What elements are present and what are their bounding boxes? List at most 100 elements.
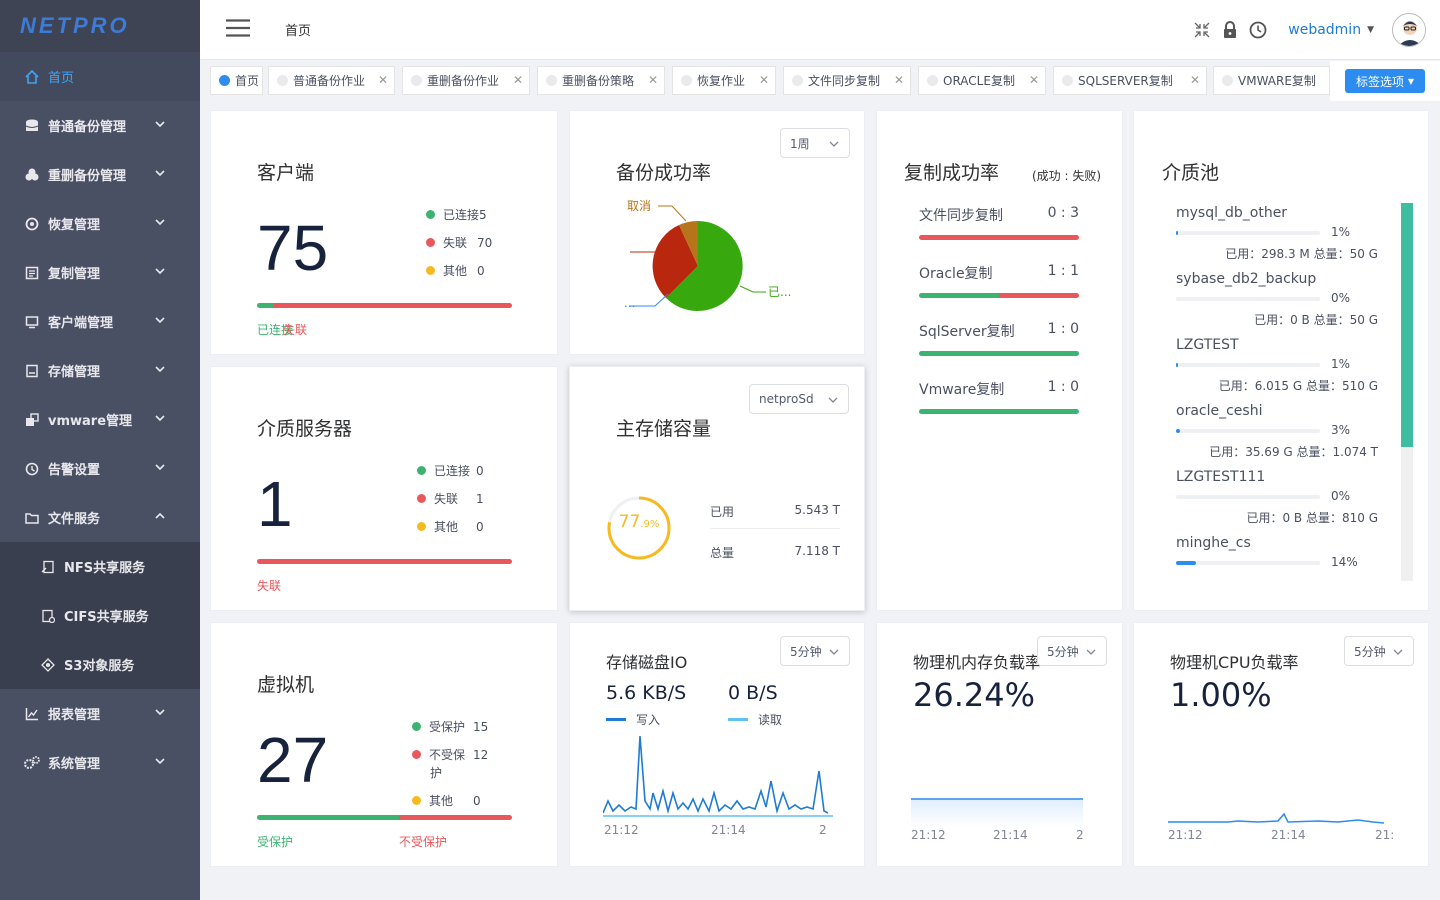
tab-file-sync-replication[interactable]: 文件同步复制 ✕ <box>783 66 911 95</box>
sidebar-item-nfs[interactable]: NFS共享服务 <box>0 542 200 591</box>
home-icon <box>24 69 40 85</box>
chevron-down-icon <box>829 649 839 655</box>
card-title: 复制成功率 <box>904 162 1000 184</box>
tab-restore-job[interactable]: 恢复作业 ✕ <box>672 66 776 95</box>
yellow-dot <box>417 522 426 531</box>
tab-normal-backup-job[interactable]: 普通备份作业 ✕ <box>268 66 395 95</box>
fullscreen-icon[interactable] <box>1192 20 1212 40</box>
media-pool-card: 介质池 mysql_db_other 1% 已用：298.3 M 总量：50 G s… <box>1133 110 1429 611</box>
close-icon[interactable]: ✕ <box>378 73 388 87</box>
storage-row-used: 已用 5.543 T <box>710 503 840 529</box>
media-pct: 3% <box>1331 423 1351 437</box>
write-series-line <box>603 735 829 815</box>
scrollbar-track[interactable] <box>1401 203 1413 581</box>
chevron-down-icon <box>155 268 165 275</box>
tab-dedup-backup-job[interactable]: 重删备份作业 ✕ <box>402 66 530 95</box>
media-progress-fill <box>1176 561 1197 565</box>
chevron-down-icon <box>155 366 165 373</box>
sidebar-item-dedup-backup[interactable]: 重删备份管理 <box>0 150 200 199</box>
sidebar-item-vmware[interactable]: vmware管理 <box>0 395 200 444</box>
tag-options-button[interactable]: 标签选项 ▼ <box>1345 69 1425 93</box>
close-icon[interactable]: ✕ <box>894 73 904 87</box>
sidebar-item-label: 存储管理 <box>48 365 101 380</box>
sidebar-item-report[interactable]: 报表管理 <box>0 689 200 738</box>
close-icon[interactable]: ✕ <box>1029 73 1039 87</box>
period-select[interactable]: 5分钟 <box>1037 636 1107 666</box>
legend-unprotected: 不受保 12 <box>412 746 488 763</box>
media-progress-fill <box>1176 363 1179 367</box>
legend-value: 0 <box>473 793 481 808</box>
media-pct: 14% <box>1331 555 1358 569</box>
username[interactable]: webadmin <box>1288 22 1361 38</box>
storage-row-total: 总量 7.118 T <box>710 544 840 561</box>
clock-icon[interactable] <box>1248 20 1268 40</box>
close-icon[interactable]: ✕ <box>513 73 523 87</box>
card-title: 物理机内存负载率 <box>913 653 1042 672</box>
red-dot <box>426 238 435 247</box>
close-icon[interactable]: ✕ <box>759 73 769 87</box>
media-progress <box>1176 495 1320 499</box>
sidebar-item-normal-backup[interactable]: 普通备份管理 <box>0 101 200 150</box>
tab-dedup-backup-policy[interactable]: 重删备份策略 ✕ <box>537 66 665 95</box>
rep-row-sqlserver: SqlServer复制 1 : 0 <box>919 321 1079 341</box>
period-select[interactable]: 5分钟 <box>1344 636 1414 666</box>
disk-io-card: 存储磁盘IO 5分钟 5.6 KB/S 写入 0 B/S 读取 21:12 21… <box>569 622 865 867</box>
sidebar-item-replication[interactable]: 复制管理 <box>0 248 200 297</box>
tab-sqlserver-replication[interactable]: SQLSERVER复制 ✕ <box>1053 66 1207 95</box>
x-axis-label: 21:14 <box>993 828 1028 842</box>
rep-bar-success <box>919 351 1079 356</box>
lock-icon[interactable] <box>1220 20 1240 40</box>
period-select[interactable]: 5分钟 <box>780 636 850 666</box>
sidebar-item-s3[interactable]: S3对象服务 <box>0 640 200 689</box>
sidebar-item-home[interactable]: 首页 <box>0 52 200 101</box>
card-title: 存储磁盘IO <box>606 653 688 672</box>
tab-label: 重删备份作业 <box>427 74 500 88</box>
close-icon[interactable]: ✕ <box>1190 73 1200 87</box>
sidebar-item-storage[interactable]: 存储管理 <box>0 346 200 395</box>
read-value: 0 B/S <box>728 682 778 704</box>
rep-ratio: 1 : 0 <box>1047 321 1079 337</box>
disk-io-line-chart <box>603 735 833 817</box>
period-select[interactable]: 1周 <box>780 128 850 158</box>
client-status-bar <box>257 303 512 308</box>
sidebar-item-cifs[interactable]: CIFS共享服务 <box>0 591 200 640</box>
media-name: mysql_db_other <box>1176 205 1288 221</box>
green-dot <box>412 722 421 731</box>
sidebar-item-system[interactable]: 系统管理 <box>0 738 200 787</box>
vm-status-bar <box>257 815 512 820</box>
breadcrumb[interactable]: 首页 <box>285 20 311 39</box>
close-icon[interactable]: ✕ <box>648 73 658 87</box>
legend-label: 已连接 <box>434 464 471 478</box>
row-value: 7.118 T <box>794 544 841 558</box>
rep-bar-success <box>919 293 999 298</box>
tab-oracle-replication[interactable]: ORACLE复制 ✕ <box>918 66 1046 95</box>
sidebar-item-file-service[interactable]: 文件服务 <box>0 493 200 542</box>
tab-home[interactable]: 首页 <box>210 66 263 95</box>
media-name: LZGTEST111 <box>1176 469 1266 485</box>
media-pct: 0% <box>1331 291 1351 305</box>
bar-label-protected: 受保护 <box>257 835 294 849</box>
sidebar-item-label: 系统管理 <box>48 757 101 772</box>
tab-dot <box>277 75 288 86</box>
sidebar-item-client[interactable]: 客户端管理 <box>0 297 200 346</box>
tab-label: 首页 <box>235 74 260 88</box>
scrollbar-thumb[interactable] <box>1401 203 1413 447</box>
sidebar-item-alarm[interactable]: 告警设置 <box>0 444 200 493</box>
card-title: 客户端 <box>257 162 315 184</box>
row-label: 已用 <box>710 505 735 519</box>
hamburger-menu-icon[interactable] <box>226 19 250 37</box>
sidebar-item-restore[interactable]: 恢复管理 <box>0 199 200 248</box>
storage-select[interactable]: netproSd <box>749 384 849 414</box>
caret-down-icon[interactable]: ▼ <box>1367 25 1374 35</box>
chevron-down-icon <box>155 317 165 324</box>
avatar[interactable] <box>1392 13 1426 47</box>
select-value: netproSd <box>759 392 814 406</box>
media-list[interactable]: mysql_db_other 1% 已用：298.3 M 总量：50 G sybas… <box>1134 199 1428 581</box>
tab-vmware-replication[interactable]: VMWARE复制 <box>1213 66 1330 95</box>
cpu-value: 1.00% <box>1170 676 1272 714</box>
tabs-bar: 首页 普通备份作业 ✕ 重删备份作业 ✕ 重删备份策略 ✕ 恢复作业 ✕ 文件同步复制 ✕… <box>200 61 1440 101</box>
rep-bar-vmware <box>919 409 1079 414</box>
rep-row-file-sync: 文件同步复制 0 : 3 <box>919 205 1079 225</box>
media-pct: 1% <box>1331 357 1351 371</box>
green-dot <box>426 210 435 219</box>
